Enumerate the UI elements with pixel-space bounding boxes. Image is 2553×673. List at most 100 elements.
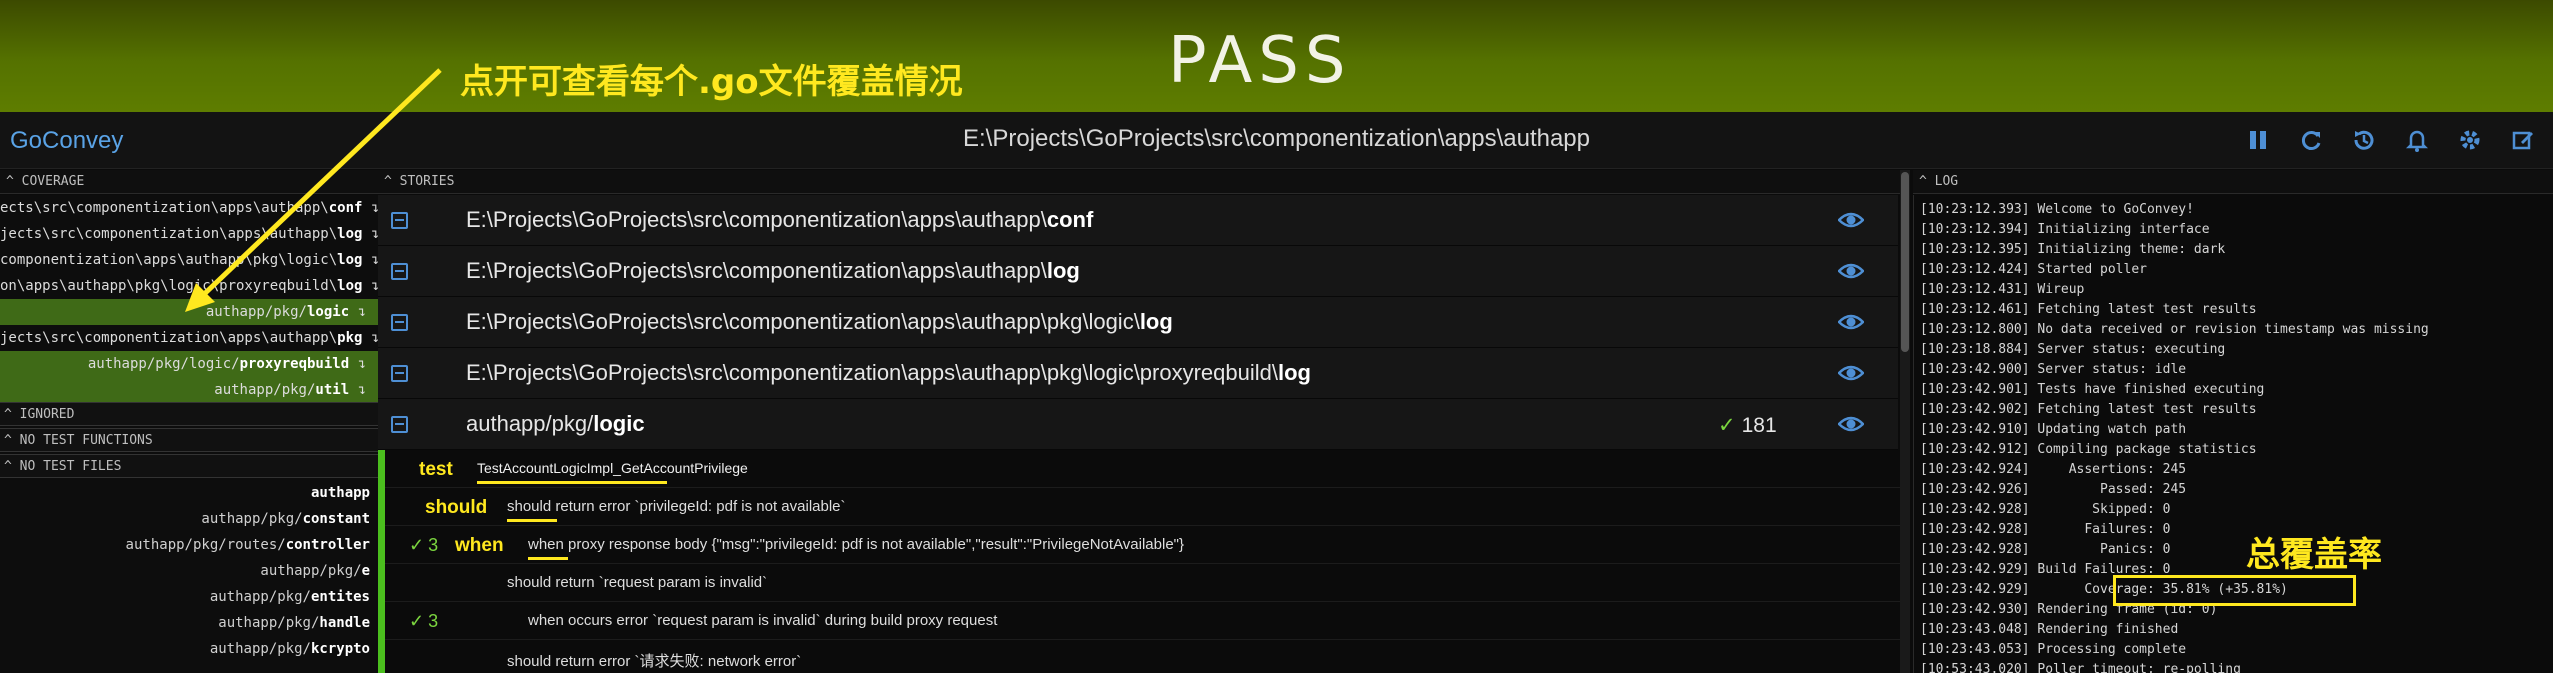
package-path: E:\Projects\GoProjects\src\componentizat… — [466, 360, 1311, 386]
story-line[interactable]: should return error `请求失败: network error… — [385, 640, 1905, 673]
no-test-file-package: kcrypto — [310, 641, 370, 657]
no-test-file-row: authapp/pkg/constant — [0, 506, 370, 532]
story-line[interactable]: ✓ 3 when occurs error `request param is in… — [385, 602, 1905, 640]
bell-icon[interactable] — [2403, 126, 2431, 154]
collapse-icon[interactable] — [391, 263, 408, 280]
log-line: [10:23:12.461] Fetching latest test resu… — [1920, 302, 2257, 317]
coverage-row-path: on\apps\authapp\pkg\logic\proxyreqbuild\ — [0, 278, 338, 294]
collapse-icon[interactable] — [391, 314, 408, 331]
coverage-row-package: log — [337, 252, 363, 268]
package-row[interactable]: E:\Projects\GoProjects\src\componentizat… — [378, 348, 1898, 399]
package-row[interactable]: E:\Projects\GoProjects\src\componentizat… — [378, 246, 1898, 297]
collapse-icon[interactable] — [391, 212, 408, 229]
expand-icon[interactable]: ↴ — [362, 226, 378, 242]
eye-icon[interactable] — [1837, 260, 1865, 282]
story-line[interactable]: test TestAccountLogicImpl_GetAccountPrivi… — [385, 450, 1905, 488]
package-path-prefix: E:\Projects\GoProjects\src\componentizat… — [466, 309, 1140, 334]
coverage-row-package: conf — [328, 200, 363, 216]
eye-icon[interactable] — [1837, 311, 1865, 333]
chevron-up-icon: ^ — [384, 174, 400, 189]
log-panel-title: LOG — [1934, 174, 1959, 189]
no-test-files-header[interactable]: ^ NO TEST FILES — [0, 454, 378, 478]
expand-icon[interactable]: ↴ — [349, 356, 366, 372]
expand-icon[interactable]: ↴ — [362, 252, 378, 268]
assertion-count: 3 — [428, 611, 439, 631]
gear-icon[interactable] — [2456, 126, 2484, 154]
coverage-row[interactable]: on\apps\authapp\pkg\logic\proxyreqbuild\… — [0, 273, 378, 299]
coverage-row[interactable]: authapp/pkg/logic/proxyreqbuild ↴ — [0, 351, 378, 377]
coverage-row-path: jects\src\componentization\apps\authapp\ — [0, 330, 338, 346]
story-text: should return error `privilegeId: pdf is… — [507, 498, 846, 515]
story-line[interactable]: ✓ 3 when when proxy response body {"msg":"p… — [385, 526, 1905, 564]
log-line: [10:23:12.395] Initializing theme: dark — [1920, 242, 2226, 257]
no-test-file-package: controller — [285, 537, 370, 553]
log-line: [10:23:12.393] Welcome to GoConvey! — [1920, 202, 2194, 217]
coverage-row[interactable]: componentization\apps\authapp\pkg\logic\… — [0, 247, 378, 273]
annotation-keyword: test — [419, 459, 453, 480]
no-test-file-row: authapp — [0, 480, 370, 506]
package-path-prefix: authapp/pkg/ — [466, 411, 594, 436]
expand-icon[interactable]: ↴ — [349, 304, 366, 320]
coverage-panel-header[interactable]: ^ COVERAGE — [0, 170, 378, 194]
log-panel-header[interactable]: ^ LOG — [1913, 170, 2553, 194]
eye-icon[interactable] — [1837, 362, 1865, 384]
no-test-file-row: authapp/pkg/routes/controller — [0, 532, 370, 558]
no-test-functions-header[interactable]: ^ NO TEST FUNCTIONS — [0, 428, 378, 452]
chevron-up-icon: ^ — [1919, 174, 1935, 189]
log-line: [10:53:43.020] Poller timeout; re-pollin… — [1920, 662, 2241, 673]
coverage-row[interactable]: jects\src\componentization\apps\authapp\… — [0, 325, 378, 351]
history-icon[interactable] — [2350, 126, 2378, 154]
eye-icon[interactable] — [1837, 209, 1865, 231]
coverage-row-package: pkg — [337, 330, 363, 346]
pass-count: 181 — [1741, 414, 1777, 437]
annotation-keyword: should — [425, 497, 488, 518]
expand-icon[interactable]: ↴ — [362, 330, 378, 346]
no-test-file-path: authapp/pkg/ — [218, 615, 320, 631]
coverage-row-package: logic — [306, 304, 350, 320]
coverage-row[interactable]: jects\src\componentization\apps\authapp\… — [0, 221, 378, 247]
expand-icon[interactable]: ↴ — [349, 382, 366, 398]
no-test-file-package: entites — [310, 589, 370, 605]
no-test-file-package: handle — [319, 615, 370, 631]
stories-scrollbar[interactable] — [1900, 170, 1910, 673]
assertion-count: 3 — [428, 535, 439, 555]
eye-icon[interactable] — [1837, 413, 1865, 435]
log-line: [10:23:42.928] Panics: 0 — [1920, 542, 2171, 557]
watch-path[interactable]: E:\Projects\GoProjects\src\componentizat… — [0, 125, 2553, 153]
no-test-file-row: authapp/pkg/kcrypto — [0, 636, 370, 662]
pause-icon[interactable] — [2244, 126, 2272, 154]
coverage-row[interactable]: authapp/pkg/util ↴ — [0, 377, 378, 403]
story-text: should return `request param is invalid` — [507, 574, 768, 591]
story-line[interactable]: should should return error `privilegeId: … — [385, 488, 1905, 526]
log-line: [10:23:12.800] No data received or revis… — [1920, 322, 2429, 337]
package-row[interactable]: authapp/pkg/logic ✓ 181 — [378, 399, 1898, 450]
annotation-keyword: when — [455, 535, 504, 556]
coverage-row[interactable]: authapp/pkg/logic ↴ — [0, 299, 378, 325]
stories-panel: E:\Projects\GoProjects\src\componentizat… — [378, 195, 1910, 673]
collapse-icon[interactable] — [391, 416, 408, 433]
expand-icon[interactable]: ↴ — [362, 200, 378, 216]
story-line[interactable]: should return `request param is invalid` — [385, 564, 1905, 602]
ignored-section-header[interactable]: ^ IGNORED — [0, 402, 378, 426]
expand-icon[interactable]: ↴ — [362, 278, 378, 294]
no-test-file-package: constant — [302, 511, 370, 527]
coverage-row[interactable]: ects\src\componentization\apps\authapp\c… — [0, 195, 378, 221]
edit-icon[interactable] — [2509, 126, 2537, 154]
check-icon: ✓ — [409, 535, 425, 555]
log-line: [10:23:42.928] Skipped: 0 — [1920, 502, 2171, 517]
log-line: [10:23:42.901] Tests have finished execu… — [1920, 382, 2265, 397]
package-row[interactable]: E:\Projects\GoProjects\src\componentizat… — [378, 195, 1898, 246]
story-text: should return error `请求失败: network error… — [507, 653, 802, 670]
no-test-file-path: authapp/pkg/ — [209, 641, 311, 657]
collapse-icon[interactable] — [391, 365, 408, 382]
package-row[interactable]: E:\Projects\GoProjects\src\componentizat… — [378, 297, 1898, 348]
stories-panel-header[interactable]: ^ STORIES — [378, 170, 1900, 194]
check-icon: ✓ — [1718, 414, 1736, 437]
status-banner: PASS — [0, 0, 2553, 112]
refresh-icon[interactable] — [2297, 126, 2325, 154]
scroll-thumb[interactable] — [1901, 172, 1909, 352]
package-name: log — [1278, 360, 1311, 385]
log-line: [10:23:42.910] Updating watch path — [1920, 422, 2187, 437]
assertion-pass-count: ✓ 3 — [409, 535, 438, 556]
package-name: log — [1139, 309, 1173, 334]
